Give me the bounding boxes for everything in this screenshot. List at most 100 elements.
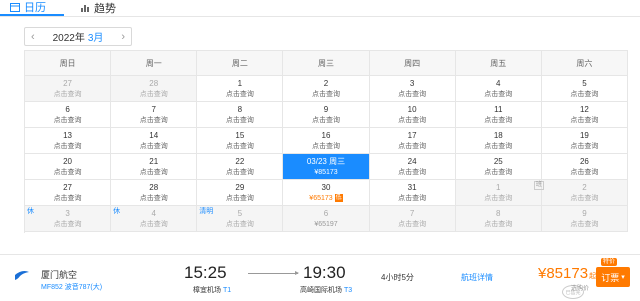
day-cell[interactable]: 28 点击查询 — [111, 76, 198, 102]
weekday-label: 周二 — [197, 51, 284, 76]
weekday-label: 周五 — [455, 51, 542, 76]
calendar-icon — [10, 3, 20, 12]
day-cell[interactable]: 9 点击查询 — [541, 206, 628, 232]
day-query: 点击查询 — [53, 169, 82, 176]
day-cell[interactable]: 31 点击查询 — [369, 180, 456, 206]
day-cell[interactable]: 12 点击查询 — [541, 102, 628, 128]
day-cell[interactable]: 休 4 点击查询 — [111, 206, 198, 232]
day-cell[interactable]: 4 点击查询 — [455, 76, 542, 102]
selected-day-cell[interactable]: 03/23 周三 ¥85173 — [283, 154, 370, 180]
day-cell[interactable]: 27 点击查询 — [25, 180, 112, 206]
day-cell[interactable]: 21 点击查询 — [111, 154, 198, 180]
day-price-value: ¥65173 — [309, 195, 333, 202]
day-query: 点击查询 — [311, 91, 340, 98]
flight-duration: 4小时5分 — [381, 273, 414, 282]
day-query: 点击查询 — [484, 143, 513, 150]
low-price-tag: 低 — [334, 194, 343, 203]
day-query: 点击查询 — [570, 117, 599, 124]
day-cell[interactable]: 5 点击查询 — [541, 76, 628, 102]
arrival-time: 19:30 — [303, 263, 346, 282]
day-cell[interactable]: 6 点击查询 — [25, 102, 112, 128]
day-cell[interactable]: 11 点击查询 — [455, 102, 542, 128]
day-query: 点击查询 — [398, 143, 427, 150]
day-query: 点击查询 — [225, 91, 254, 98]
day-query: 点击查询 — [225, 117, 254, 124]
day-cell[interactable]: 6 ¥65197 — [283, 206, 370, 232]
tab-trend[interactable]: 趋势 — [80, 0, 116, 16]
day-query: 点击查询 — [484, 117, 513, 124]
day-cell[interactable]: 20 点击查询 — [25, 154, 112, 180]
day-cell[interactable]: 3 点击查询 — [369, 76, 456, 102]
day-number: 9 — [582, 209, 587, 218]
next-month-icon[interactable]: › — [121, 31, 125, 43]
day-number: 8 — [496, 209, 501, 218]
day-number: 25 — [493, 157, 503, 166]
day-cell[interactable]: 17 点击查询 — [369, 128, 456, 154]
day-cell[interactable]: 27 点击查询 — [25, 76, 112, 102]
month-selector: ‹ 2022年 3月 › — [24, 27, 132, 46]
day-query: 点击查询 — [311, 117, 340, 124]
day-number: 27 — [63, 79, 73, 88]
tab-calendar-label: 日历 — [24, 2, 46, 14]
day-cell[interactable]: 30 ¥65173 低 — [283, 180, 370, 206]
flight-detail-link[interactable]: 航班详情 — [461, 272, 493, 283]
day-cell[interactable]: 15 点击查询 — [197, 128, 284, 154]
prev-month-icon[interactable]: ‹ — [31, 31, 35, 43]
price-note: 选购价 — [571, 286, 590, 292]
weekday-label: 周三 — [283, 51, 370, 76]
day-number: 19 — [579, 131, 589, 140]
day-cell[interactable]: 清明 5 点击查询 — [197, 206, 284, 232]
day-query: 点击查询 — [570, 195, 599, 202]
day-number: 5 — [582, 79, 587, 88]
day-number: 28 — [149, 183, 159, 192]
day-cell[interactable]: 28 点击查询 — [111, 180, 198, 206]
day-query: 点击查询 — [139, 143, 168, 150]
day-cell[interactable]: 22 点击查询 — [197, 154, 284, 180]
day-cell[interactable]: 9 点击查询 — [283, 102, 370, 128]
day-cell[interactable]: 8 点击查询 — [455, 206, 542, 232]
day-cell[interactable]: 29 点击查询 — [197, 180, 284, 206]
day-cell[interactable]: 班 2 点击查询 — [533, 180, 628, 206]
day-query: 点击查询 — [398, 91, 427, 98]
day-price: ¥65197 — [314, 221, 338, 228]
day-cell[interactable]: 24 点击查询 — [369, 154, 456, 180]
day-query: 点击查询 — [398, 221, 427, 228]
day-cell[interactable]: 7 点击查询 — [111, 102, 198, 128]
weekday-label: 周六 — [541, 51, 628, 76]
day-cell[interactable]: 2 点击查询 — [283, 76, 370, 102]
month-label[interactable]: 3月 — [88, 33, 104, 44]
day-cell[interactable]: 16 点击查询 — [283, 128, 370, 154]
day-cell[interactable]: 1 点击查询 — [197, 76, 284, 102]
day-query: 点击查询 — [225, 195, 254, 202]
day-query: 点击查询 — [139, 195, 168, 202]
day-cell[interactable]: 26 点击查询 — [541, 154, 628, 180]
day-number: 3 — [409, 79, 415, 88]
day-cell[interactable]: 18 点击查询 — [455, 128, 542, 154]
airline-name: 厦门航空 — [41, 270, 78, 280]
day-query: 点击查询 — [484, 91, 513, 98]
view-tabs: 日历 趋势 — [0, 0, 640, 17]
day-cell[interactable]: 25 点击查询 — [455, 154, 542, 180]
departure-airport: 樟宜机场 T1 — [193, 285, 231, 295]
day-cell[interactable]: 1 点击查询 — [455, 180, 542, 206]
weekday-label: 周一 — [111, 51, 198, 76]
day-cell[interactable]: 14 点击查询 — [111, 128, 198, 154]
book-button[interactable]: 订票 ▾ — [596, 267, 630, 287]
day-number: 1 — [496, 183, 501, 192]
day-query: 点击查询 — [398, 117, 427, 124]
day-cell[interactable]: 休 3 点击查询 — [25, 206, 112, 232]
day-cell[interactable]: 19 点击查询 — [541, 128, 628, 154]
day-cell[interactable]: 7 点击查询 — [369, 206, 456, 232]
departure-time: 15:25 — [184, 263, 227, 282]
day-cell[interactable]: 8 点击查询 — [197, 102, 284, 128]
day-cell[interactable]: 13 点击查询 — [25, 128, 112, 154]
tab-calendar[interactable]: 日历 — [0, 0, 64, 16]
tab-trend-label: 趋势 — [94, 3, 116, 15]
weekday-label: 周四 — [369, 51, 456, 76]
day-number: 14 — [149, 131, 159, 140]
flight-row[interactable]: 厦门航空 MF852 波音787(大) 15:25 樟宜机场 T1 19:30 高… — [0, 254, 640, 301]
day-number: 16 — [321, 131, 331, 140]
day-query: 点击查询 — [139, 117, 168, 124]
flight-number[interactable]: MF852 波音787(大) — [41, 282, 102, 292]
day-cell[interactable]: 10 点击查询 — [369, 102, 456, 128]
